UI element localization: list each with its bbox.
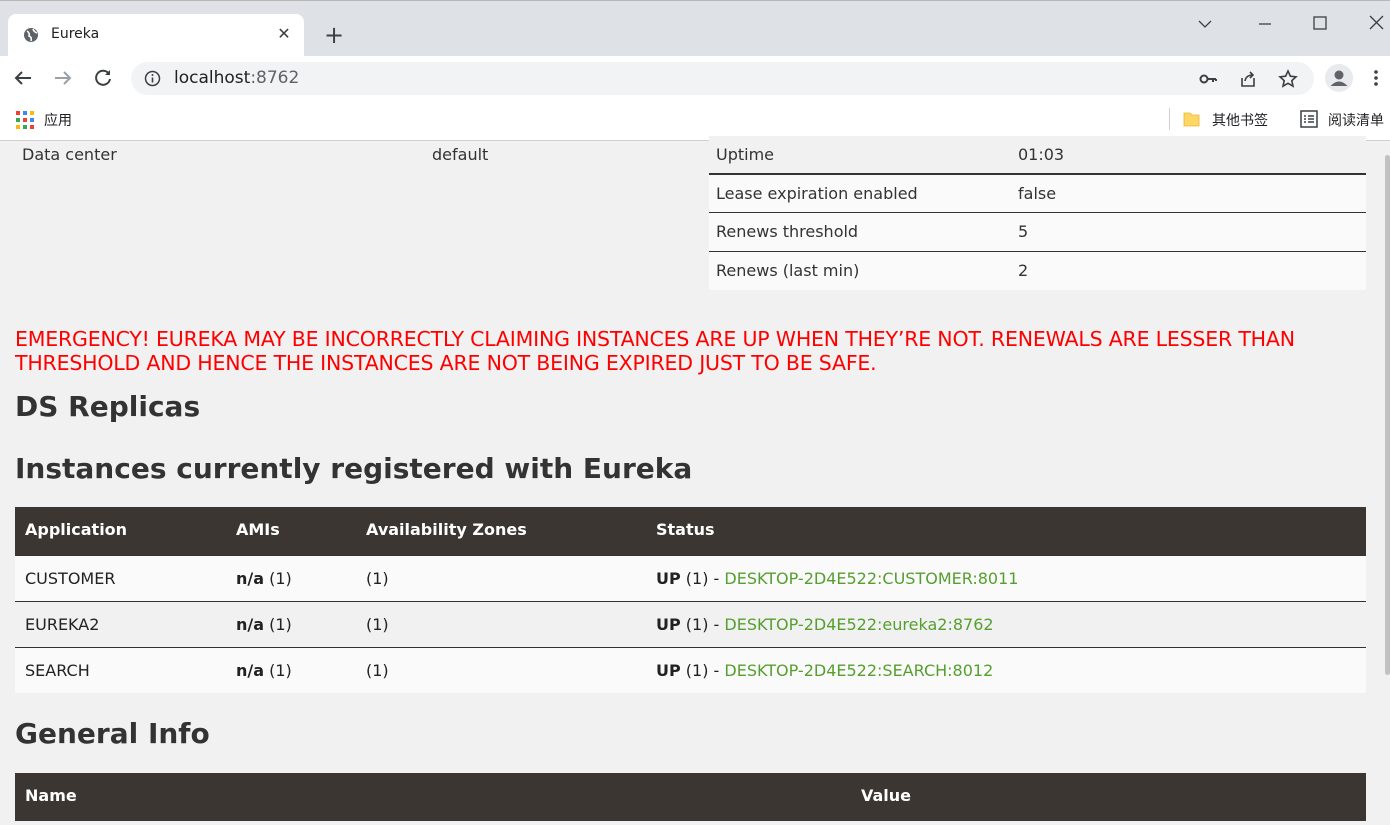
zones-cell: (1) xyxy=(366,661,389,680)
apps-bookmark[interactable]: 应用 xyxy=(44,110,72,130)
amis-na: n/a xyxy=(236,615,265,634)
ds-replicas-heading: DS Replicas xyxy=(15,390,201,423)
reading-list-icon[interactable] xyxy=(1300,110,1318,128)
table-row: CUSTOMER n/a (1) (1) UP (1) - DESKTOP-2D… xyxy=(15,555,1366,601)
status-value: 01:03 xyxy=(1018,145,1065,164)
amis-cell: n/a (1) xyxy=(236,661,292,680)
folder-icon[interactable] xyxy=(1183,110,1200,128)
amis-count: (1) xyxy=(264,615,292,634)
status-count: (1) - xyxy=(680,615,725,634)
amis-cell: n/a (1) xyxy=(236,615,292,634)
column-header-name: Name xyxy=(25,786,77,805)
close-window-icon[interactable] xyxy=(1362,9,1390,39)
instance-link[interactable]: DESKTOP-2D4E522:CUSTOMER:8011 xyxy=(724,569,1018,588)
general-info-table-header: Name Value xyxy=(15,773,1366,821)
info-icon[interactable] xyxy=(144,70,161,87)
status-count: (1) - xyxy=(680,569,725,588)
general-info-table: Name Value xyxy=(15,773,1366,821)
column-header-amis: AMIs xyxy=(236,520,280,539)
zones-cell: (1) xyxy=(366,615,389,634)
column-header-status: Status xyxy=(656,520,715,539)
status-row: Renews threshold 5 xyxy=(709,213,1366,252)
application-name: EUREKA2 xyxy=(25,615,100,634)
apps-grid-icon[interactable] xyxy=(16,111,34,129)
general-info-heading: General Info xyxy=(15,717,210,750)
browser-tab[interactable]: Eureka ✕ xyxy=(8,14,304,57)
status-row: Renews (last min) 2 xyxy=(709,251,1366,290)
amis-na: n/a xyxy=(236,569,265,588)
status-value: 2 xyxy=(1018,260,1029,280)
status-key: Uptime xyxy=(716,145,775,164)
star-icon[interactable] xyxy=(1277,68,1299,90)
column-header-zones: Availability Zones xyxy=(366,520,527,539)
data-center-label: Data center xyxy=(22,145,117,164)
tab-title: Eureka xyxy=(51,26,100,42)
close-tab-icon[interactable]: ✕ xyxy=(274,24,294,44)
url-port: :8762 xyxy=(250,68,300,88)
maximize-icon[interactable] xyxy=(1305,9,1335,39)
table-row: EUREKA2 n/a (1) (1) UP (1) - DESKTOP-2D4… xyxy=(15,601,1366,647)
emergency-warning: EMERGENCY! EUREKA MAY BE INCORRECTLY CLA… xyxy=(15,327,1295,375)
browser-titlebar: Eureka ✕ + xyxy=(0,0,1390,57)
status-value: false xyxy=(1018,183,1057,203)
chevron-down-icon[interactable] xyxy=(1190,9,1220,39)
status-table: Uptime 01:03 Lease expiration enabled fa… xyxy=(709,136,1366,290)
status-up: UP xyxy=(656,661,681,680)
zones-cell: (1) xyxy=(366,569,389,588)
bookmark-separator xyxy=(1169,108,1170,130)
url-text[interactable]: localhost:8762 xyxy=(174,68,299,88)
status-value: 5 xyxy=(1018,222,1029,241)
page-scrollbar[interactable] xyxy=(1385,155,1390,675)
page-content: Data center default Uptime 01:03 Lease e… xyxy=(0,136,1390,825)
status-count: (1) - xyxy=(680,661,725,680)
minimize-icon[interactable] xyxy=(1250,9,1280,39)
instances-table-header: Application AMIs Availability Zones Stat… xyxy=(15,507,1366,555)
globe-icon xyxy=(24,28,38,42)
forward-arrow-icon[interactable] xyxy=(49,64,77,92)
amis-count: (1) xyxy=(264,661,292,680)
instances-heading: Instances currently registered with Eure… xyxy=(15,452,693,485)
application-name: SEARCH xyxy=(25,661,90,680)
new-tab-button[interactable]: + xyxy=(320,23,348,51)
browser-toolbar: localhost:8762 xyxy=(0,56,1390,100)
status-cell: UP (1) - DESKTOP-2D4E522:SEARCH:8012 xyxy=(656,661,993,680)
status-key: Renews threshold xyxy=(716,222,859,241)
status-key: Lease expiration enabled xyxy=(716,183,918,203)
status-up: UP xyxy=(656,615,681,634)
status-key: Renews (last min) xyxy=(716,260,860,280)
share-icon[interactable] xyxy=(1237,68,1259,90)
back-arrow-icon[interactable] xyxy=(9,64,37,92)
instance-link[interactable]: DESKTOP-2D4E522:eureka2:8762 xyxy=(724,615,993,634)
menu-dots-icon[interactable] xyxy=(1366,64,1386,92)
status-row: Uptime 01:03 xyxy=(709,136,1366,175)
status-row: Lease expiration enabled false xyxy=(709,174,1366,213)
reload-icon[interactable] xyxy=(89,64,117,92)
column-header-value: Value xyxy=(861,786,912,805)
column-header-application: Application xyxy=(25,520,128,539)
amis-count: (1) xyxy=(264,569,292,588)
application-name: CUSTOMER xyxy=(25,569,116,588)
data-center-value: default xyxy=(432,145,489,164)
amis-cell: n/a (1) xyxy=(236,569,292,588)
amis-na: n/a xyxy=(236,661,265,680)
table-row: SEARCH n/a (1) (1) UP (1) - DESKTOP-2D4E… xyxy=(15,647,1366,693)
url-host: localhost xyxy=(174,68,251,88)
reading-list[interactable]: 阅读清单 xyxy=(1328,110,1384,130)
bookmarks-bar: 应用 其他书签 阅读清单 xyxy=(0,100,1390,141)
status-cell: UP (1) - DESKTOP-2D4E522:CUSTOMER:8011 xyxy=(656,569,1018,588)
profile-avatar-icon[interactable] xyxy=(1325,64,1353,92)
key-icon[interactable] xyxy=(1197,68,1219,90)
address-bar[interactable]: localhost:8762 xyxy=(131,62,1314,95)
status-up: UP xyxy=(656,569,681,588)
instances-table: Application AMIs Availability Zones Stat… xyxy=(15,507,1366,693)
instance-link[interactable]: DESKTOP-2D4E522:SEARCH:8012 xyxy=(724,661,993,680)
status-cell: UP (1) - DESKTOP-2D4E522:eureka2:8762 xyxy=(656,615,994,634)
other-bookmarks[interactable]: 其他书签 xyxy=(1212,110,1268,130)
